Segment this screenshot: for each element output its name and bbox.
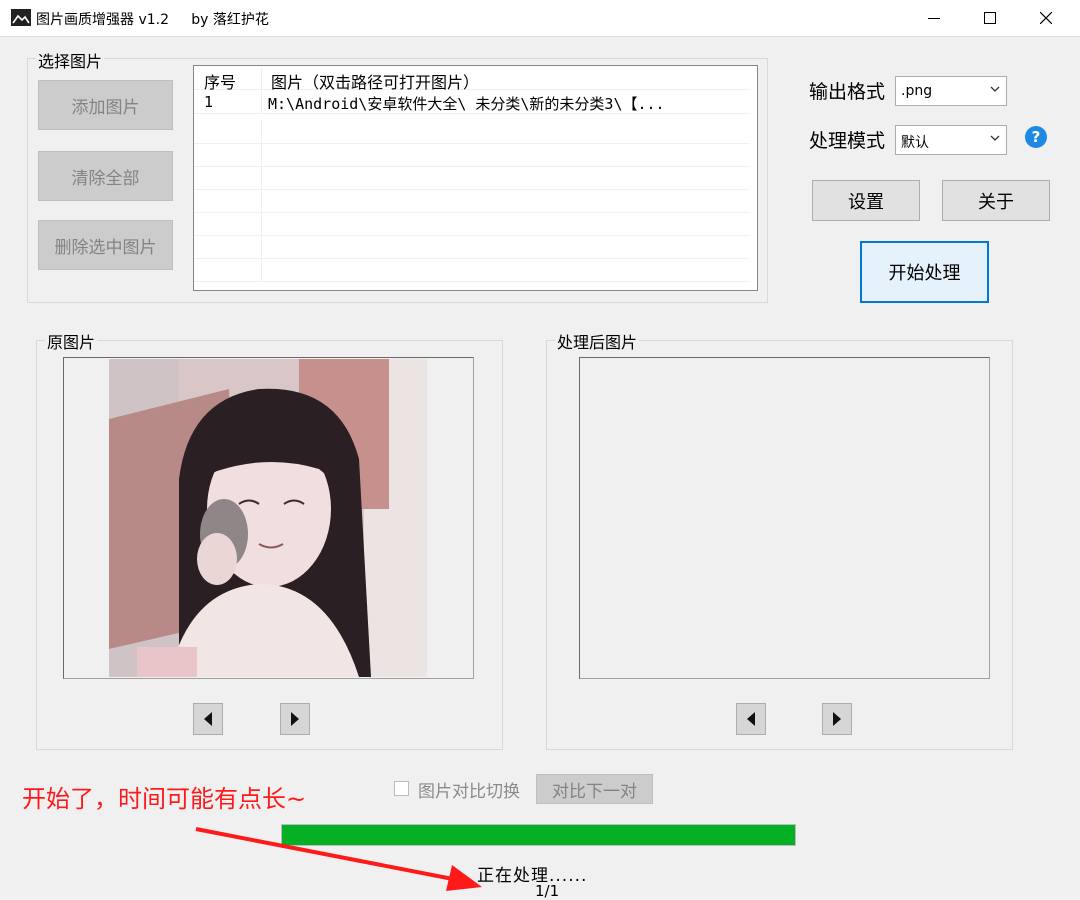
processed-image-pane	[579, 357, 990, 679]
window-title: 图片画质增强器 v1.2 by 落红护花	[36, 12, 269, 28]
process-mode-label: 处理模式	[809, 130, 886, 152]
chevron-down-icon	[990, 135, 1000, 141]
output-format-value: .png	[901, 83, 933, 99]
empty-row	[194, 235, 749, 259]
arrow-left-icon	[204, 712, 212, 726]
minimize-icon	[928, 17, 940, 19]
delete-selected-button[interactable]: 删除选中图片	[38, 220, 173, 270]
next-original-button[interactable]	[280, 703, 310, 735]
select-images-label: 选择图片	[36, 48, 105, 72]
compare-next-button[interactable]: 对比下一对	[536, 774, 653, 804]
output-format-label: 输出格式	[809, 81, 886, 103]
prev-processed-button[interactable]	[736, 703, 766, 735]
title-bar: 图片画质增强器 v1.2 by 落红护花	[0, 0, 1080, 36]
minimize-button[interactable]	[911, 0, 957, 36]
settings-button[interactable]: 设置	[812, 180, 920, 221]
red-arrow	[195, 827, 482, 891]
processed-image-label: 处理后图片	[555, 329, 640, 353]
annotation-text: 开始了，时间可能有点长~	[22, 785, 307, 813]
about-button[interactable]: 关于	[942, 180, 1050, 221]
process-mode-value: 默认	[901, 135, 929, 151]
empty-row	[194, 212, 749, 236]
prev-original-button[interactable]	[193, 703, 223, 735]
app-image-icon	[11, 9, 31, 26]
list-item[interactable]: 1 M:\Android\安卓软件大全\ 未分类\新的未分类3\【...	[194, 90, 749, 114]
empty-row	[194, 189, 749, 213]
original-image-label: 原图片	[45, 329, 98, 353]
empty-row	[194, 166, 749, 190]
arrow-right-icon	[291, 712, 299, 726]
next-processed-button[interactable]	[822, 703, 852, 735]
list-item-index: 1	[204, 93, 214, 111]
image-file-list[interactable]: 序号 图片（双击路径可打开图片） 1 M:\Android\安卓软件大全\ 未分…	[193, 65, 758, 291]
progress-count: 1/1	[535, 882, 560, 900]
compare-checkbox[interactable]	[394, 781, 409, 796]
close-button[interactable]	[1023, 0, 1069, 36]
status-text: 正在处理......	[477, 866, 588, 886]
add-image-button[interactable]: 添加图片	[38, 80, 173, 130]
output-format-select[interactable]: .png	[895, 76, 1007, 106]
maximize-button[interactable]	[967, 0, 1013, 36]
empty-row	[194, 143, 749, 167]
title-separator	[0, 36, 1080, 37]
chevron-down-icon	[990, 86, 1000, 92]
close-icon	[1040, 12, 1052, 24]
maximize-icon	[984, 12, 996, 24]
list-item-path: M:\Android\安卓软件大全\ 未分类\新的未分类3\【...	[268, 95, 665, 113]
list-header: 序号 图片（双击路径可打开图片）	[194, 66, 749, 92]
original-image	[109, 359, 427, 677]
compare-checkbox-label: 图片对比切换	[418, 782, 520, 802]
process-mode-select[interactable]: 默认	[895, 125, 1007, 155]
original-image-pane	[63, 357, 474, 679]
arrow-right-icon	[833, 712, 841, 726]
empty-row	[194, 120, 749, 144]
empty-row	[194, 258, 749, 282]
start-processing-button[interactable]: 开始处理	[860, 241, 989, 303]
arrow-left-icon	[747, 712, 755, 726]
help-icon[interactable]: ?	[1025, 126, 1047, 148]
clear-all-button[interactable]: 清除全部	[38, 151, 173, 201]
